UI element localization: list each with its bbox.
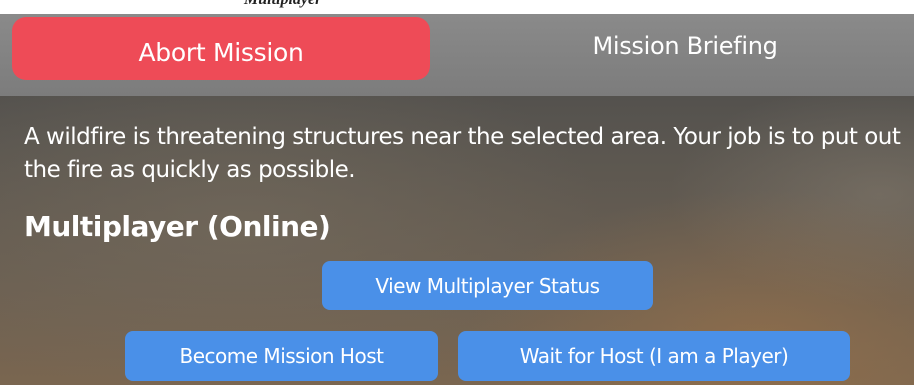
wait-for-host-button[interactable]: Wait for Host (I am a Player) xyxy=(458,331,850,381)
mission-description: A wildfire is threatening structures nea… xyxy=(24,124,901,183)
mission-panel: Abort Mission Mission Briefing A wildfir… xyxy=(0,14,914,385)
abort-mission-button[interactable]: Abort Mission xyxy=(12,17,430,80)
cropped-caption: Multiplayer xyxy=(244,0,321,9)
multiplayer-section-title: Multiplayer (Online) xyxy=(24,210,331,243)
become-mission-host-button[interactable]: Become Mission Host xyxy=(125,331,438,381)
tab-mission-briefing[interactable]: Mission Briefing xyxy=(480,17,890,75)
top-strip: Multiplayer xyxy=(0,0,914,14)
view-multiplayer-status-button[interactable]: View Multiplayer Status xyxy=(322,261,653,310)
